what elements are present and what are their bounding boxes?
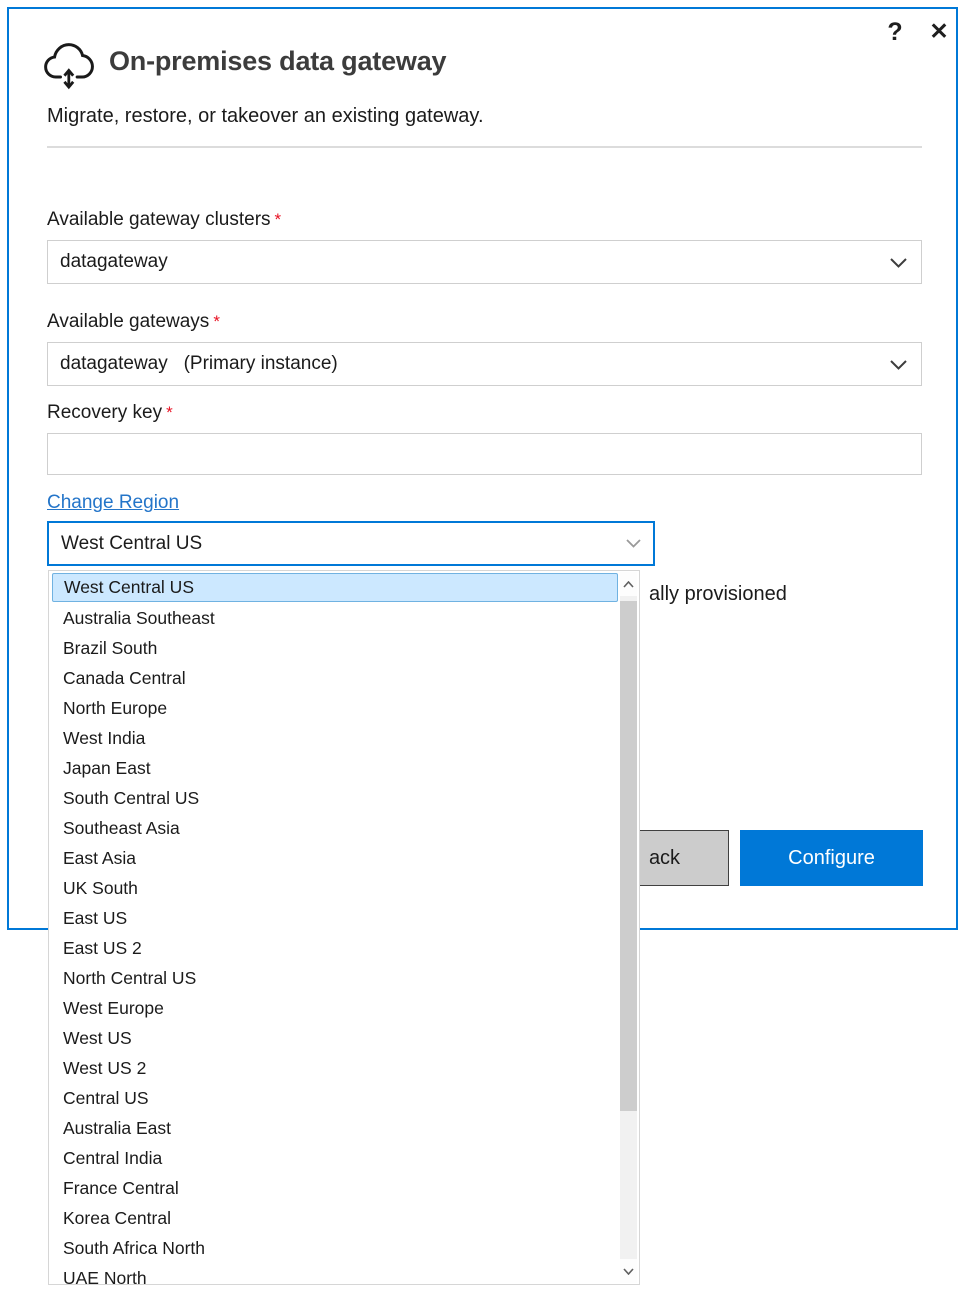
region-option[interactable]: Australia Southeast [49, 603, 613, 633]
change-region-link[interactable]: Change Region [47, 492, 179, 514]
region-option[interactable]: Japan East [49, 753, 613, 783]
required-asterisk: * [166, 403, 173, 422]
page-subtitle: Migrate, restore, or takeover an existin… [47, 105, 484, 128]
region-combobox[interactable]: West Central US [47, 521, 655, 566]
cloud-sync-icon [43, 35, 99, 91]
gateways-select[interactable]: datagateway (Primary instance) [47, 342, 922, 386]
region-option[interactable]: South Central US [49, 783, 613, 813]
recovery-key-label: Recovery key* [47, 402, 173, 424]
chevron-down-icon [626, 539, 641, 548]
scroll-down-icon[interactable] [620, 1259, 637, 1283]
chevron-down-icon [890, 360, 907, 370]
region-option[interactable]: Australia East [49, 1113, 613, 1143]
region-option[interactable]: UAE North [49, 1263, 613, 1285]
region-option[interactable]: Southeast Asia [49, 813, 613, 843]
region-option[interactable]: West Europe [49, 993, 613, 1023]
clusters-select-value: datagateway [60, 251, 168, 272]
close-button[interactable]: ✕ [926, 18, 952, 45]
chevron-down-icon [890, 258, 907, 268]
gateways-label: Available gateways* [47, 311, 220, 333]
clusters-select[interactable]: datagateway [47, 240, 922, 284]
region-option[interactable]: North Central US [49, 963, 613, 993]
region-combobox-value: West Central US [61, 533, 202, 554]
region-option[interactable]: UK South [49, 873, 613, 903]
region-option[interactable]: East Asia [49, 843, 613, 873]
help-button[interactable]: ? [882, 18, 908, 47]
region-option[interactable]: Brazil South [49, 633, 613, 663]
scrollbar-thumb[interactable] [620, 601, 637, 1111]
scrollbar[interactable] [620, 572, 637, 1283]
provisioned-partial-text: ally provisioned [649, 583, 787, 606]
clusters-label: Available gateway clusters* [47, 209, 281, 231]
gateways-select-value: datagateway (Primary instance) [60, 353, 338, 374]
region-dropdown-panel: West Central USAustralia SoutheastBrazil… [48, 570, 640, 1285]
recovery-key-input[interactable] [47, 433, 922, 475]
region-option[interactable]: West India [49, 723, 613, 753]
region-option[interactable]: Central India [49, 1143, 613, 1173]
page-title: On-premises data gateway [109, 46, 446, 77]
region-option[interactable]: Korea Central [49, 1203, 613, 1233]
region-option[interactable]: South Africa North [49, 1233, 613, 1263]
required-asterisk: * [275, 210, 282, 229]
region-option[interactable]: West Central US [52, 573, 618, 602]
screen: ? ✕ On-premises data gateway Migrate, re… [0, 0, 966, 1294]
scroll-up-icon[interactable] [620, 572, 637, 596]
region-option[interactable]: East US [49, 903, 613, 933]
configure-button[interactable]: Configure [740, 830, 923, 886]
region-option[interactable]: Central US [49, 1083, 613, 1113]
region-option[interactable]: Canada Central [49, 663, 613, 693]
region-option[interactable]: East US 2 [49, 933, 613, 963]
region-option[interactable]: West US 2 [49, 1053, 613, 1083]
region-option[interactable]: North Europe [49, 693, 613, 723]
gateways-label-text: Available gateways [47, 311, 209, 332]
region-list: West Central USAustralia SoutheastBrazil… [49, 573, 639, 1285]
recovery-key-label-text: Recovery key [47, 402, 162, 423]
required-asterisk: * [213, 312, 220, 331]
divider [47, 146, 922, 148]
clusters-label-text: Available gateway clusters [47, 209, 271, 230]
region-option[interactable]: West US [49, 1023, 613, 1053]
region-option[interactable]: France Central [49, 1173, 613, 1203]
